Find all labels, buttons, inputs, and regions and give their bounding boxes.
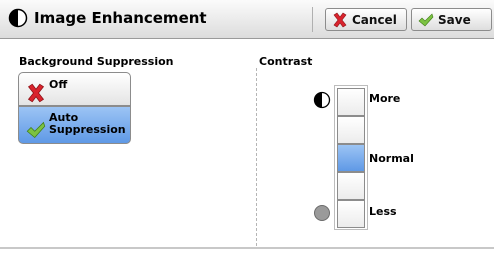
contrast-level-5[interactable] bbox=[337, 88, 365, 116]
contrast-level-4[interactable] bbox=[337, 116, 365, 144]
contrast-normal-label: Normal bbox=[369, 152, 414, 165]
contrast-less-label: Less bbox=[369, 205, 397, 218]
page-title: Image Enhancement bbox=[34, 9, 207, 27]
contrast-level-2[interactable] bbox=[337, 172, 365, 200]
half-circle-icon bbox=[8, 8, 28, 28]
save-button[interactable]: Save bbox=[411, 8, 492, 31]
grey-circle-icon bbox=[314, 205, 330, 221]
bottom-rule bbox=[0, 247, 494, 249]
x-icon bbox=[27, 83, 45, 103]
cancel-button-label: Cancel bbox=[352, 12, 397, 27]
contrast-level-1[interactable] bbox=[337, 200, 365, 228]
checkmark-icon bbox=[418, 12, 434, 26]
off-option-label: Off bbox=[49, 78, 68, 91]
off-option-button[interactable]: Off bbox=[18, 72, 131, 106]
title-bar: Image Enhancement Cancel Save bbox=[0, 0, 494, 39]
auto-suppression-option-button[interactable]: Auto Suppression bbox=[18, 106, 131, 144]
contrast-level-3[interactable] bbox=[337, 144, 365, 172]
save-button-label: Save bbox=[438, 12, 471, 27]
background-suppression-label: Background Suppression bbox=[19, 55, 174, 68]
section-divider bbox=[256, 68, 257, 246]
checkmark-icon bbox=[26, 121, 46, 139]
x-icon bbox=[333, 12, 347, 27]
auto-suppression-label-line2: Suppression bbox=[49, 123, 126, 136]
contrast-label: Contrast bbox=[259, 55, 313, 68]
half-circle-icon bbox=[313, 91, 331, 109]
title-divider bbox=[312, 7, 313, 32]
cancel-button[interactable]: Cancel bbox=[325, 8, 407, 31]
auto-suppression-option-label: Auto Suppression bbox=[49, 112, 126, 136]
contrast-more-label: More bbox=[369, 92, 401, 105]
